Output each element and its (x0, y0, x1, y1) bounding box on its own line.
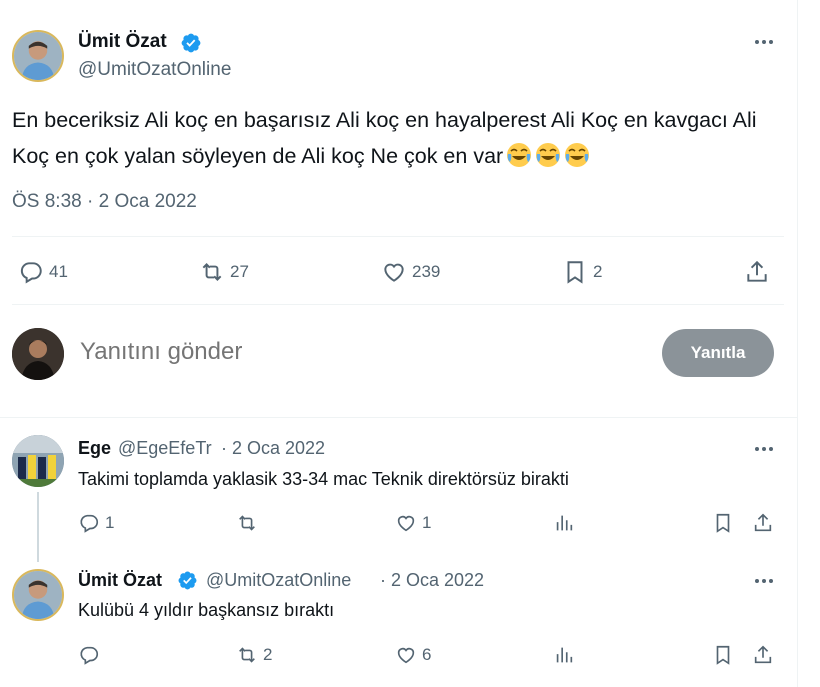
reply-count: 41 (49, 262, 68, 281)
author-handle[interactable]: @UmitOzatOnline (78, 59, 231, 81)
like-action[interactable]: 6 (395, 642, 431, 668)
face-with-tears-of-joy-icon (535, 142, 561, 168)
reply-count: 1 (105, 513, 115, 532)
analytics-action[interactable] (553, 642, 575, 668)
reply-text: Kulübü 4 yıldır başkansız bıraktı (78, 600, 335, 620)
share-icon (752, 512, 774, 534)
share-action[interactable] (752, 510, 774, 536)
bookmark-action[interactable] (712, 642, 734, 668)
reply-date[interactable]: · 2 Oca 2022 (380, 570, 484, 591)
bookmark-icon (712, 644, 734, 666)
retweet-action[interactable] (236, 510, 263, 536)
reply-text: Takimi toplamda yaklasik 33-34 mac Tekni… (78, 469, 569, 489)
divider (12, 236, 784, 237)
retweet-count: 2 (263, 645, 273, 664)
reply-author-handle[interactable]: @UmitOzatOnline (206, 570, 351, 591)
analytics-icon (553, 644, 575, 666)
bookmark-icon (562, 259, 588, 285)
reply-action[interactable]: 41 (18, 259, 68, 285)
reply-author-avatar[interactable] (12, 435, 64, 487)
verified-badge-icon (180, 32, 202, 54)
bookmark-icon (712, 512, 734, 534)
timeline-border (797, 0, 798, 687)
like-count: 239 (412, 262, 441, 281)
retweet-action[interactable]: 2 (236, 642, 272, 668)
share-icon (744, 259, 770, 285)
reply-action[interactable] (78, 642, 105, 668)
share-action[interactable] (744, 259, 770, 285)
reply-input[interactable] (80, 338, 580, 366)
reply-icon (78, 512, 100, 534)
reply-icon (18, 259, 44, 285)
analytics-icon (553, 512, 575, 534)
tweet-text-body: En beceriksiz Ali koç en başarısız Ali k… (12, 108, 757, 168)
face-with-tears-of-joy-icon (506, 142, 532, 168)
heart-icon (395, 644, 417, 666)
like-action[interactable]: 1 (395, 510, 431, 536)
author-avatar[interactable] (12, 30, 64, 82)
retweet-icon (236, 512, 258, 534)
tweet-timestamp[interactable]: ÖS 8:38 · 2 Oca 2022 (12, 191, 197, 213)
divider (0, 417, 797, 418)
more-options-icon[interactable] (752, 569, 776, 593)
retweet-icon (236, 644, 258, 666)
face-with-tears-of-joy-icon (564, 142, 590, 168)
reply-date[interactable]: · 2 Oca 2022 (221, 438, 325, 459)
analytics-action[interactable] (553, 510, 575, 536)
reply-submit-button[interactable]: Yanıtla (662, 329, 774, 377)
share-action[interactable] (752, 642, 774, 668)
reply-action[interactable]: 1 (78, 510, 114, 536)
thread-connector (37, 492, 39, 562)
more-options-icon[interactable] (752, 30, 776, 54)
reply-author-name[interactable]: Ümit Özat (78, 570, 162, 591)
more-options-icon[interactable] (752, 437, 776, 461)
retweet-icon (199, 259, 225, 285)
retweet-count: 27 (230, 262, 249, 281)
bookmark-action[interactable]: 2 (562, 259, 602, 285)
like-count: 6 (422, 645, 432, 664)
heart-icon (381, 259, 407, 285)
current-user-avatar[interactable] (12, 328, 64, 380)
bookmark-action[interactable] (712, 510, 734, 536)
tweet-text: En beceriksiz Ali koç en başarısız Ali k… (12, 102, 782, 174)
reply-author-avatar[interactable] (12, 569, 64, 621)
reply-author-name[interactable]: Ege (78, 438, 111, 459)
bookmark-count: 2 (593, 262, 603, 281)
share-icon (752, 644, 774, 666)
like-count: 1 (422, 513, 432, 532)
reply-author-handle[interactable]: @EgeEfeTr (118, 438, 212, 459)
retweet-action[interactable]: 27 (199, 259, 249, 285)
reply-icon (78, 644, 100, 666)
author-name[interactable]: Ümit Özat (78, 31, 167, 53)
divider (12, 304, 784, 305)
heart-icon (395, 512, 417, 534)
verified-badge-icon (177, 570, 198, 591)
like-action[interactable]: 239 (381, 259, 440, 285)
